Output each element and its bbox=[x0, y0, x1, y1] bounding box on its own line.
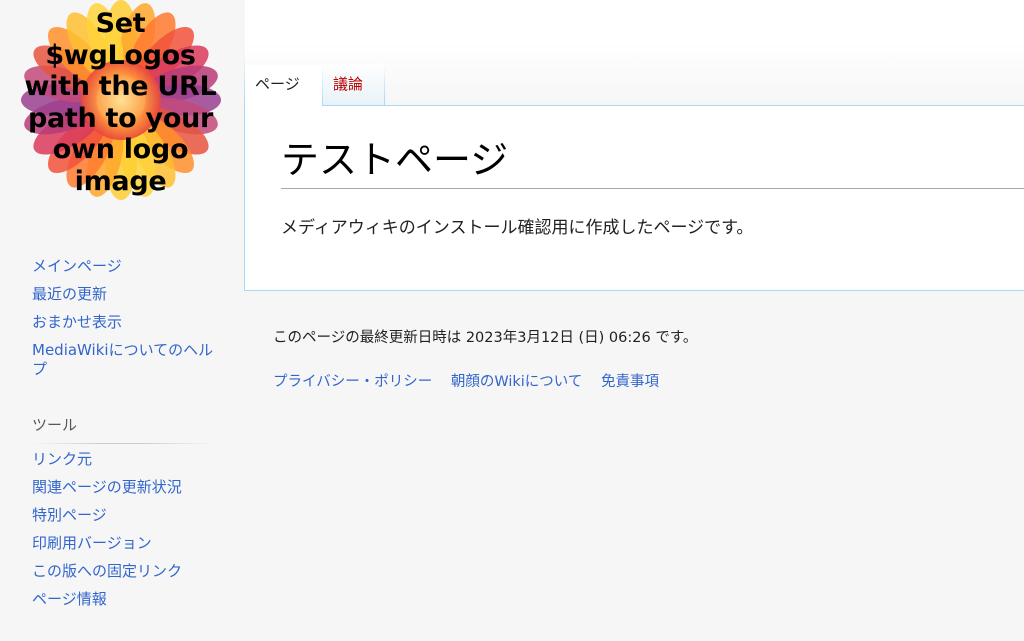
tab-talk[interactable]: 議論 bbox=[323, 65, 385, 106]
sidebar-item-permanent-link[interactable]: この版への固定リンク bbox=[32, 562, 227, 581]
footer-link-about[interactable]: 朝顔のWikiについて bbox=[451, 371, 583, 393]
logo-line: image bbox=[74, 165, 167, 197]
sidebar-item-main-page[interactable]: メインページ bbox=[32, 257, 227, 276]
page-content: テストページ メディアウィキのインストール確認用に作成したページです。 bbox=[244, 105, 1024, 291]
tools-heading: ツール bbox=[32, 414, 212, 444]
logo-line: own logo bbox=[52, 134, 189, 165]
logo-text: Set $wgLogos with the URL path to your o… bbox=[13, 8, 228, 197]
page-body-text: メディアウィキのインストール確認用に作成したページです。 bbox=[281, 218, 754, 238]
footer-links: プライバシー・ポリシー 朝顔のWikiについて 免責事項 bbox=[273, 371, 1013, 393]
sidebar-item-random-page[interactable]: おまかせ表示 bbox=[32, 313, 227, 332]
sidebar-item-special-pages[interactable]: 特別ページ bbox=[32, 506, 227, 525]
footer-last-modified: このページの最終更新日時は 2023年3月12日 (日) 06:26 です。 bbox=[273, 330, 698, 346]
site-logo[interactable]: Set $wgLogos with the URL path to your o… bbox=[13, 0, 228, 205]
logo-line: Set bbox=[95, 8, 146, 39]
sidebar-item-recent-changes[interactable]: 最近の更新 bbox=[32, 285, 227, 304]
footer-link-privacy[interactable]: プライバシー・ポリシー bbox=[273, 371, 432, 393]
logo-line: path to your bbox=[27, 102, 214, 134]
sidebar-item-what-links-here[interactable]: リンク元 bbox=[32, 450, 227, 469]
sidebar-item-help[interactable]: MediaWikiについてのヘルプ bbox=[32, 341, 227, 379]
sidebar-item-related-changes[interactable]: 関連ページの更新状況 bbox=[32, 478, 227, 497]
sidebar-tools: ツール リンク元 関連ページの更新状況 特別ページ 印刷用バージョン この版への… bbox=[32, 414, 232, 618]
tab-page[interactable]: ページ bbox=[245, 65, 323, 106]
page-title: テストページ bbox=[281, 134, 1024, 189]
logo-line: with the URL bbox=[24, 71, 217, 102]
sidebar-navigation: メインページ 最近の更新 おまかせ表示 MediaWikiについてのヘルプ bbox=[32, 257, 232, 388]
logo-line: $wgLogos bbox=[45, 39, 196, 71]
sidebar-item-printable-version[interactable]: 印刷用バージョン bbox=[32, 534, 227, 553]
sidebar-item-page-information[interactable]: ページ情報 bbox=[32, 590, 227, 609]
footer: このページの最終更新日時は 2023年3月12日 (日) 06:26 です。 プ… bbox=[273, 327, 1013, 393]
footer-link-disclaimers[interactable]: 免責事項 bbox=[601, 371, 659, 393]
